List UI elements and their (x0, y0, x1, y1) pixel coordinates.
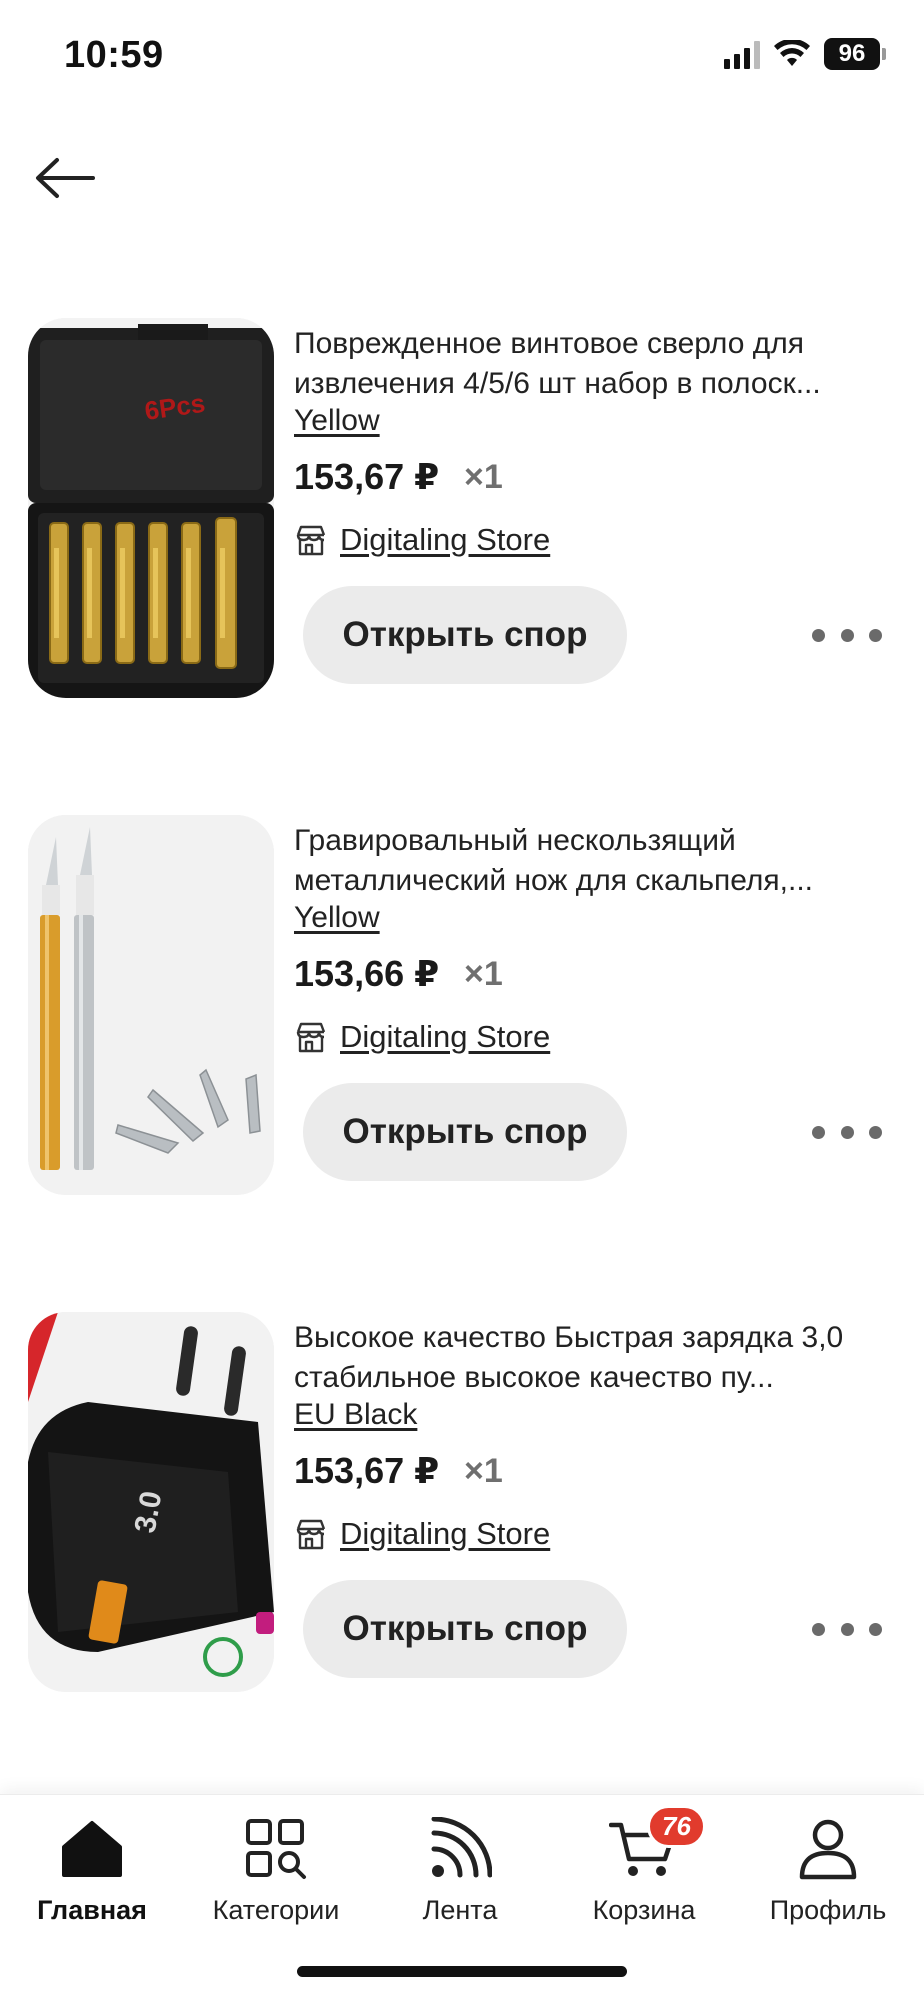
more-options-icon[interactable] (812, 1612, 882, 1646)
product-quantity: ×1 (464, 955, 503, 993)
feed-icon (428, 1813, 492, 1885)
home-indicator[interactable] (297, 1966, 627, 1977)
more-options-icon[interactable] (812, 1115, 882, 1149)
cart-icon: 76 (609, 1805, 706, 1885)
product-title[interactable]: Гравировальный нескользящий металлически… (294, 821, 904, 901)
product-price: 153,67 ₽ (294, 1450, 440, 1491)
product-image[interactable]: 3.0 (28, 1312, 274, 1692)
battery-icon: 96 (824, 38, 886, 70)
nav-item-cart[interactable]: 76 Корзина (552, 1805, 736, 1933)
open-dispute-button[interactable]: Открыть спор (303, 586, 627, 684)
product-quantity: ×1 (464, 458, 503, 496)
store-icon (296, 1519, 326, 1550)
arrow-left-icon (36, 158, 95, 198)
back-button[interactable] (30, 148, 100, 208)
store-name[interactable]: Digitaling Store (340, 1516, 550, 1552)
wifi-icon (774, 40, 810, 66)
nav-label-profile: Профиль (769, 1895, 887, 1925)
store-icon (296, 1022, 326, 1053)
home-icon (60, 1813, 124, 1885)
nav-label-home: Главная (37, 1895, 147, 1925)
open-dispute-button[interactable]: Открыть спор (303, 1580, 627, 1678)
nav-label-feed: Лента (422, 1895, 498, 1925)
product-image[interactable]: 6Pcs (28, 318, 274, 698)
store-name[interactable]: Digitaling Store (340, 522, 550, 558)
nav-label-categories: Категории (212, 1895, 340, 1925)
store-link[interactable]: Digitaling Store (294, 1019, 550, 1055)
store-link[interactable]: Digitaling Store (294, 522, 550, 558)
product-image[interactable] (28, 815, 274, 1195)
categories-icon (244, 1813, 308, 1885)
status-bar: 10:59 96 (0, 0, 924, 110)
nav-item-categories[interactable]: Категории (184, 1813, 368, 1933)
product-price: 153,67 ₽ (294, 456, 440, 497)
product-quantity: ×1 (464, 1452, 503, 1490)
more-options-icon[interactable] (812, 618, 882, 652)
cart-count-badge: 76 (647, 1805, 706, 1848)
store-icon (296, 525, 326, 556)
order-item: Гравировальный нескользящий металлически… (0, 815, 924, 1205)
status-time: 10:59 (64, 34, 164, 76)
store-link[interactable]: Digitaling Store (294, 1516, 550, 1552)
nav-item-feed[interactable]: Лента (368, 1813, 552, 1933)
drill-bit-set-image: 6Pcs (28, 318, 274, 698)
cellular-signal-icon (724, 39, 760, 69)
battery-level: 96 (824, 38, 880, 70)
status-indicators: 96 (724, 38, 886, 70)
product-price: 153,66 ₽ (294, 953, 440, 994)
scalpel-knife-image (28, 815, 274, 1195)
product-title[interactable]: Поврежденное винтовое сверло для извлече… (294, 324, 904, 404)
order-item: 3.0 Высокое качество Быстрая зарядка 3,0… (0, 1312, 924, 1702)
open-dispute-button[interactable]: Открыть спор (303, 1083, 627, 1181)
usb-charger-image: 3.0 (28, 1312, 274, 1692)
nav-item-home[interactable]: Главная (0, 1813, 184, 1933)
nav-label-cart: Корзина (592, 1895, 696, 1925)
nav-item-profile[interactable]: Профиль (736, 1813, 920, 1933)
order-item: 6Pcs Поврежденное винтовое сверло для из (0, 318, 924, 708)
product-variant[interactable]: Yellow (294, 404, 380, 438)
product-title[interactable]: Высокое качество Быстрая зарядка 3,0 ста… (294, 1318, 904, 1398)
profile-icon (796, 1813, 860, 1885)
product-variant[interactable]: Yellow (294, 901, 380, 935)
store-name[interactable]: Digitaling Store (340, 1019, 550, 1055)
product-variant[interactable]: EU Black (294, 1398, 417, 1432)
